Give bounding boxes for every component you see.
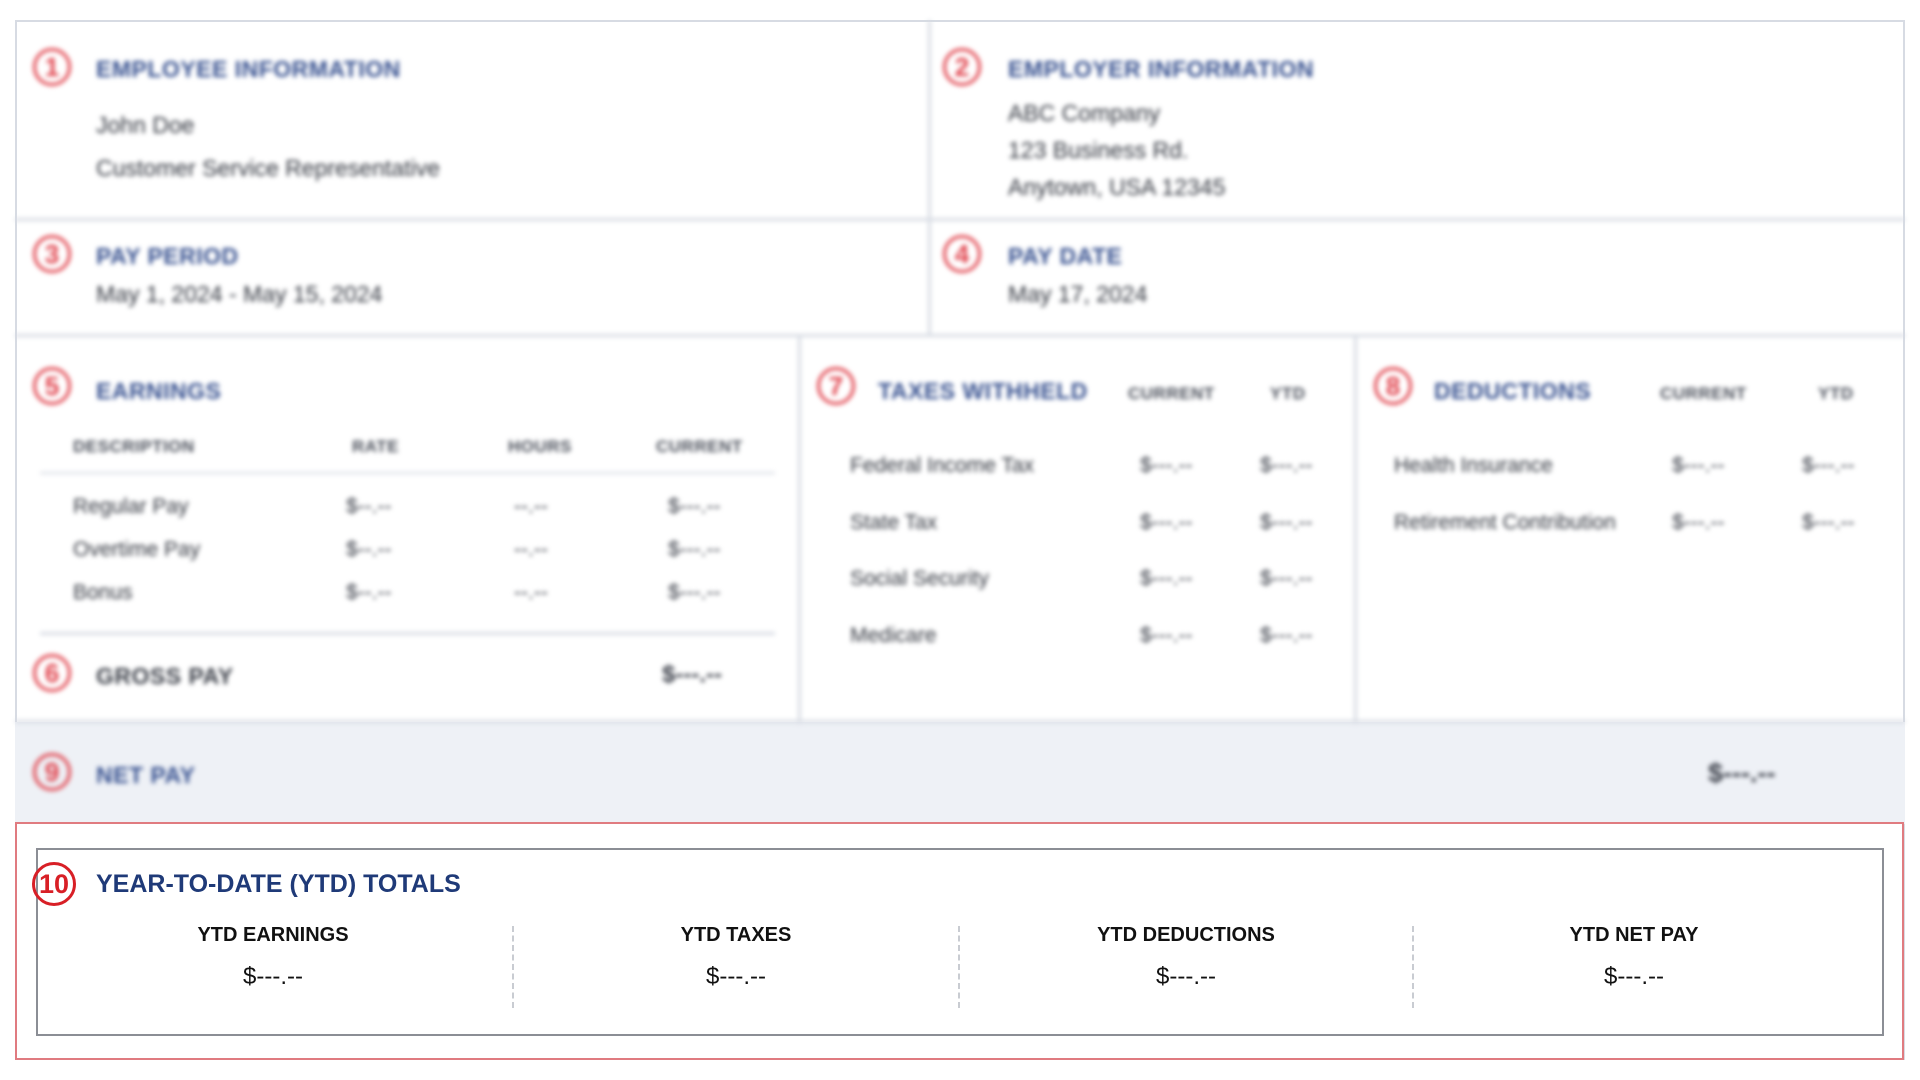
pay-stub: 1 EMPLOYEE INFORMATION John Doe Customer… — [0, 0, 1920, 1080]
earnings-current: $---.-- — [668, 495, 721, 518]
divider — [40, 632, 775, 635]
section-number-badge: 5 — [33, 367, 71, 405]
tax-ytd: $---.-- — [1260, 511, 1313, 534]
tax-current: $---.-- — [1140, 511, 1193, 534]
ytd-deductions-label: YTD DEDUCTIONS — [1097, 924, 1275, 946]
section-number-badge: 3 — [33, 235, 71, 273]
ytd-totals-title: YEAR-TO-DATE (YTD) TOTALS — [96, 870, 461, 898]
deduction-name: Health Insurance — [1394, 454, 1553, 477]
divider — [15, 218, 1905, 221]
earnings-col-current: CURRENT — [656, 437, 743, 456]
employer-company: ABC Company — [1008, 100, 1161, 126]
pay-date-title: PAY DATE — [1008, 243, 1123, 269]
gross-pay-value: $---.-- — [662, 661, 722, 688]
earnings-hours: --.-- — [514, 538, 548, 561]
tax-current: $---.-- — [1140, 454, 1193, 477]
tax-ytd: $---.-- — [1260, 624, 1313, 647]
pay-period-title: PAY PERIOD — [96, 243, 239, 269]
ytd-net-pay-column: YTD NET PAY $---.-- — [1414, 924, 1854, 991]
divider — [512, 926, 514, 1008]
ytd-taxes-label: YTD TAXES — [680, 924, 792, 946]
employee-info-title: EMPLOYEE INFORMATION — [96, 56, 401, 82]
divider — [15, 334, 1905, 337]
ytd-taxes-column: YTD TAXES $---.-- — [516, 924, 956, 991]
taxes-col-ytd: YTD — [1270, 384, 1306, 403]
earnings-rate: $--.-- — [346, 495, 392, 518]
section-number-badge: 7 — [817, 367, 855, 405]
employee-position: Customer Service Representative — [96, 155, 440, 181]
earnings-rate: $--.-- — [346, 581, 392, 604]
tax-ytd: $---.-- — [1260, 567, 1313, 590]
section-number-badge: 8 — [1374, 367, 1412, 405]
ytd-deductions-column: YTD DEDUCTIONS $---.-- — [966, 924, 1406, 991]
deduction-current: $---.-- — [1672, 511, 1725, 534]
ytd-net-pay-value: $---.-- — [1604, 963, 1664, 990]
employer-address-line1: 123 Business Rd. — [1008, 137, 1189, 163]
earnings-col-hours: HOURS — [508, 437, 572, 456]
earnings-current: $---.-- — [668, 538, 721, 561]
net-pay-value: $---.-- — [1708, 758, 1776, 788]
tax-name: State Tax — [850, 511, 938, 534]
employee-name: John Doe — [96, 112, 195, 138]
earnings-hours: --.-- — [514, 495, 548, 518]
deductions-title: DEDUCTIONS — [1434, 378, 1592, 404]
ytd-deductions-value: $---.-- — [1156, 963, 1216, 990]
deduction-ytd: $---.-- — [1802, 454, 1855, 477]
ytd-taxes-value: $---.-- — [706, 963, 766, 990]
taxes-title: TAXES WITHHELD — [878, 378, 1088, 404]
section-number-badge: 1 — [33, 48, 71, 86]
section-number-badge: 6 — [33, 654, 71, 692]
divider — [798, 334, 801, 724]
divider — [40, 472, 775, 474]
divider — [928, 20, 931, 337]
section-number-badge: 9 — [33, 753, 71, 791]
tax-current: $---.-- — [1140, 567, 1193, 590]
divider — [958, 926, 960, 1008]
earnings-rate: $--.-- — [346, 538, 392, 561]
section-number-badge: 10 — [32, 862, 76, 906]
section-number-badge: 2 — [943, 48, 981, 86]
taxes-col-current: CURRENT — [1128, 384, 1215, 403]
ytd-earnings-label: YTD EARNINGS — [197, 924, 349, 946]
tax-name: Medicare — [850, 624, 937, 647]
deductions-col-current: CURRENT — [1660, 384, 1747, 403]
gross-pay-title: GROSS PAY — [96, 663, 234, 689]
pay-date-value: May 17, 2024 — [1008, 281, 1148, 307]
employer-info-title: EMPLOYER INFORMATION — [1008, 56, 1315, 82]
divider — [1354, 334, 1357, 724]
section-number-badge: 4 — [943, 235, 981, 273]
earnings-description: Regular Pay — [73, 495, 189, 518]
earnings-description: Overtime Pay — [73, 538, 201, 561]
earnings-title: EARNINGS — [96, 378, 222, 404]
ytd-net-pay-label: YTD NET PAY — [1569, 924, 1699, 946]
deduction-name: Retirement Contribution — [1394, 511, 1616, 534]
deductions-col-ytd: YTD — [1818, 384, 1854, 403]
pay-period-value: May 1, 2024 - May 15, 2024 — [96, 281, 383, 307]
earnings-current: $---.-- — [668, 581, 721, 604]
tax-name: Social Security — [850, 567, 989, 590]
divider — [15, 720, 1905, 723]
employer-address-line2: Anytown, USA 12345 — [1008, 174, 1226, 200]
earnings-col-description: DESCRIPTION — [73, 437, 195, 456]
tax-name: Federal Income Tax — [850, 454, 1035, 477]
ytd-earnings-column: YTD EARNINGS $---.-- — [53, 924, 493, 991]
net-pay-title: NET PAY — [96, 762, 196, 788]
earnings-col-rate: RATE — [352, 437, 400, 456]
ytd-earnings-value: $---.-- — [243, 963, 303, 990]
earnings-description: Bonus — [73, 581, 133, 604]
tax-ytd: $---.-- — [1260, 454, 1313, 477]
deduction-ytd: $---.-- — [1802, 511, 1855, 534]
tax-current: $---.-- — [1140, 624, 1193, 647]
deduction-current: $---.-- — [1672, 454, 1725, 477]
earnings-hours: --.-- — [514, 581, 548, 604]
blurred-sections: 1 EMPLOYEE INFORMATION John Doe Customer… — [0, 0, 1920, 824]
